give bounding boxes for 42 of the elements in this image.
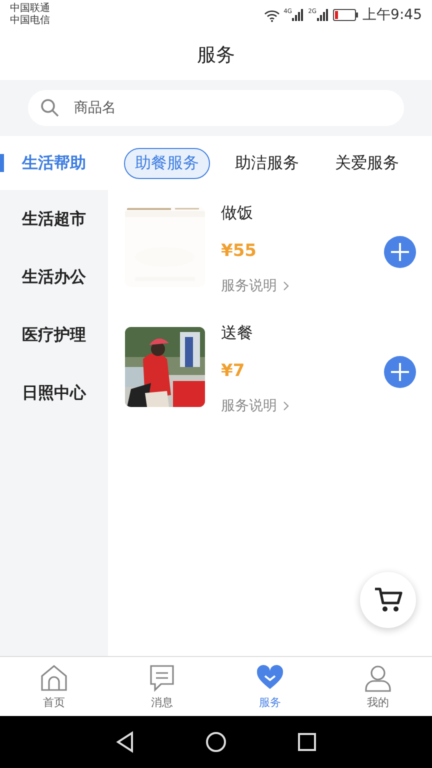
battery-icon: [332, 9, 359, 21]
signal-icon: [292, 9, 304, 21]
cart-icon: [373, 586, 403, 614]
user-icon: [364, 664, 392, 692]
carrier-name: 中国电信: [10, 15, 50, 27]
sidebar-item[interactable]: 生活办公: [0, 248, 108, 306]
carrier-name: 中国联通: [10, 3, 50, 14]
product-price: ¥7: [221, 360, 246, 380]
message-icon: [148, 664, 176, 692]
nav-tab[interactable]: 消息: [108, 657, 216, 716]
service-info-link[interactable]: 服务说明: [221, 277, 289, 295]
page-title: 服务: [197, 43, 235, 68]
chevron-icon: [283, 281, 289, 291]
service-info-link[interactable]: 服务说明: [221, 397, 289, 415]
nav-tab[interactable]: 首页: [0, 657, 108, 716]
product-price: ¥55: [221, 240, 258, 260]
category-tab[interactable]: 助洁服务: [224, 148, 310, 178]
product-name: 做饭: [221, 203, 254, 224]
chevron-icon: [283, 401, 289, 411]
sidebar-item[interactable]: 生活帮助: [0, 136, 108, 190]
category-tab[interactable]: 助餐服务: [124, 148, 210, 178]
cart-button[interactable]: [360, 572, 416, 628]
plus-icon: [390, 242, 410, 262]
add-button[interactable]: [384, 356, 416, 388]
home-icon: [40, 664, 68, 692]
plus-icon: [390, 362, 410, 382]
sidebar-item[interactable]: 生活超市: [0, 190, 108, 248]
recents-icon[interactable]: [297, 732, 317, 752]
product-name: 送餐: [221, 323, 254, 344]
category-tab[interactable]: 关爱服务: [324, 148, 410, 178]
home-circle-icon[interactable]: [205, 731, 227, 753]
sidebar-item[interactable]: 医疗护理: [0, 306, 108, 364]
heart-icon: [256, 664, 284, 692]
search-field[interactable]: 商品名: [28, 90, 404, 126]
clock-time: 上午9:45: [362, 6, 422, 24]
back-icon[interactable]: [115, 731, 135, 753]
nav-tab[interactable]: 服务: [216, 657, 324, 716]
nav-tab[interactable]: 我的: [324, 657, 432, 716]
wifi-icon: [264, 8, 280, 22]
sidebar-item[interactable]: 日照中心: [0, 364, 108, 422]
signal-icon: [316, 9, 329, 21]
add-button[interactable]: [384, 236, 416, 268]
